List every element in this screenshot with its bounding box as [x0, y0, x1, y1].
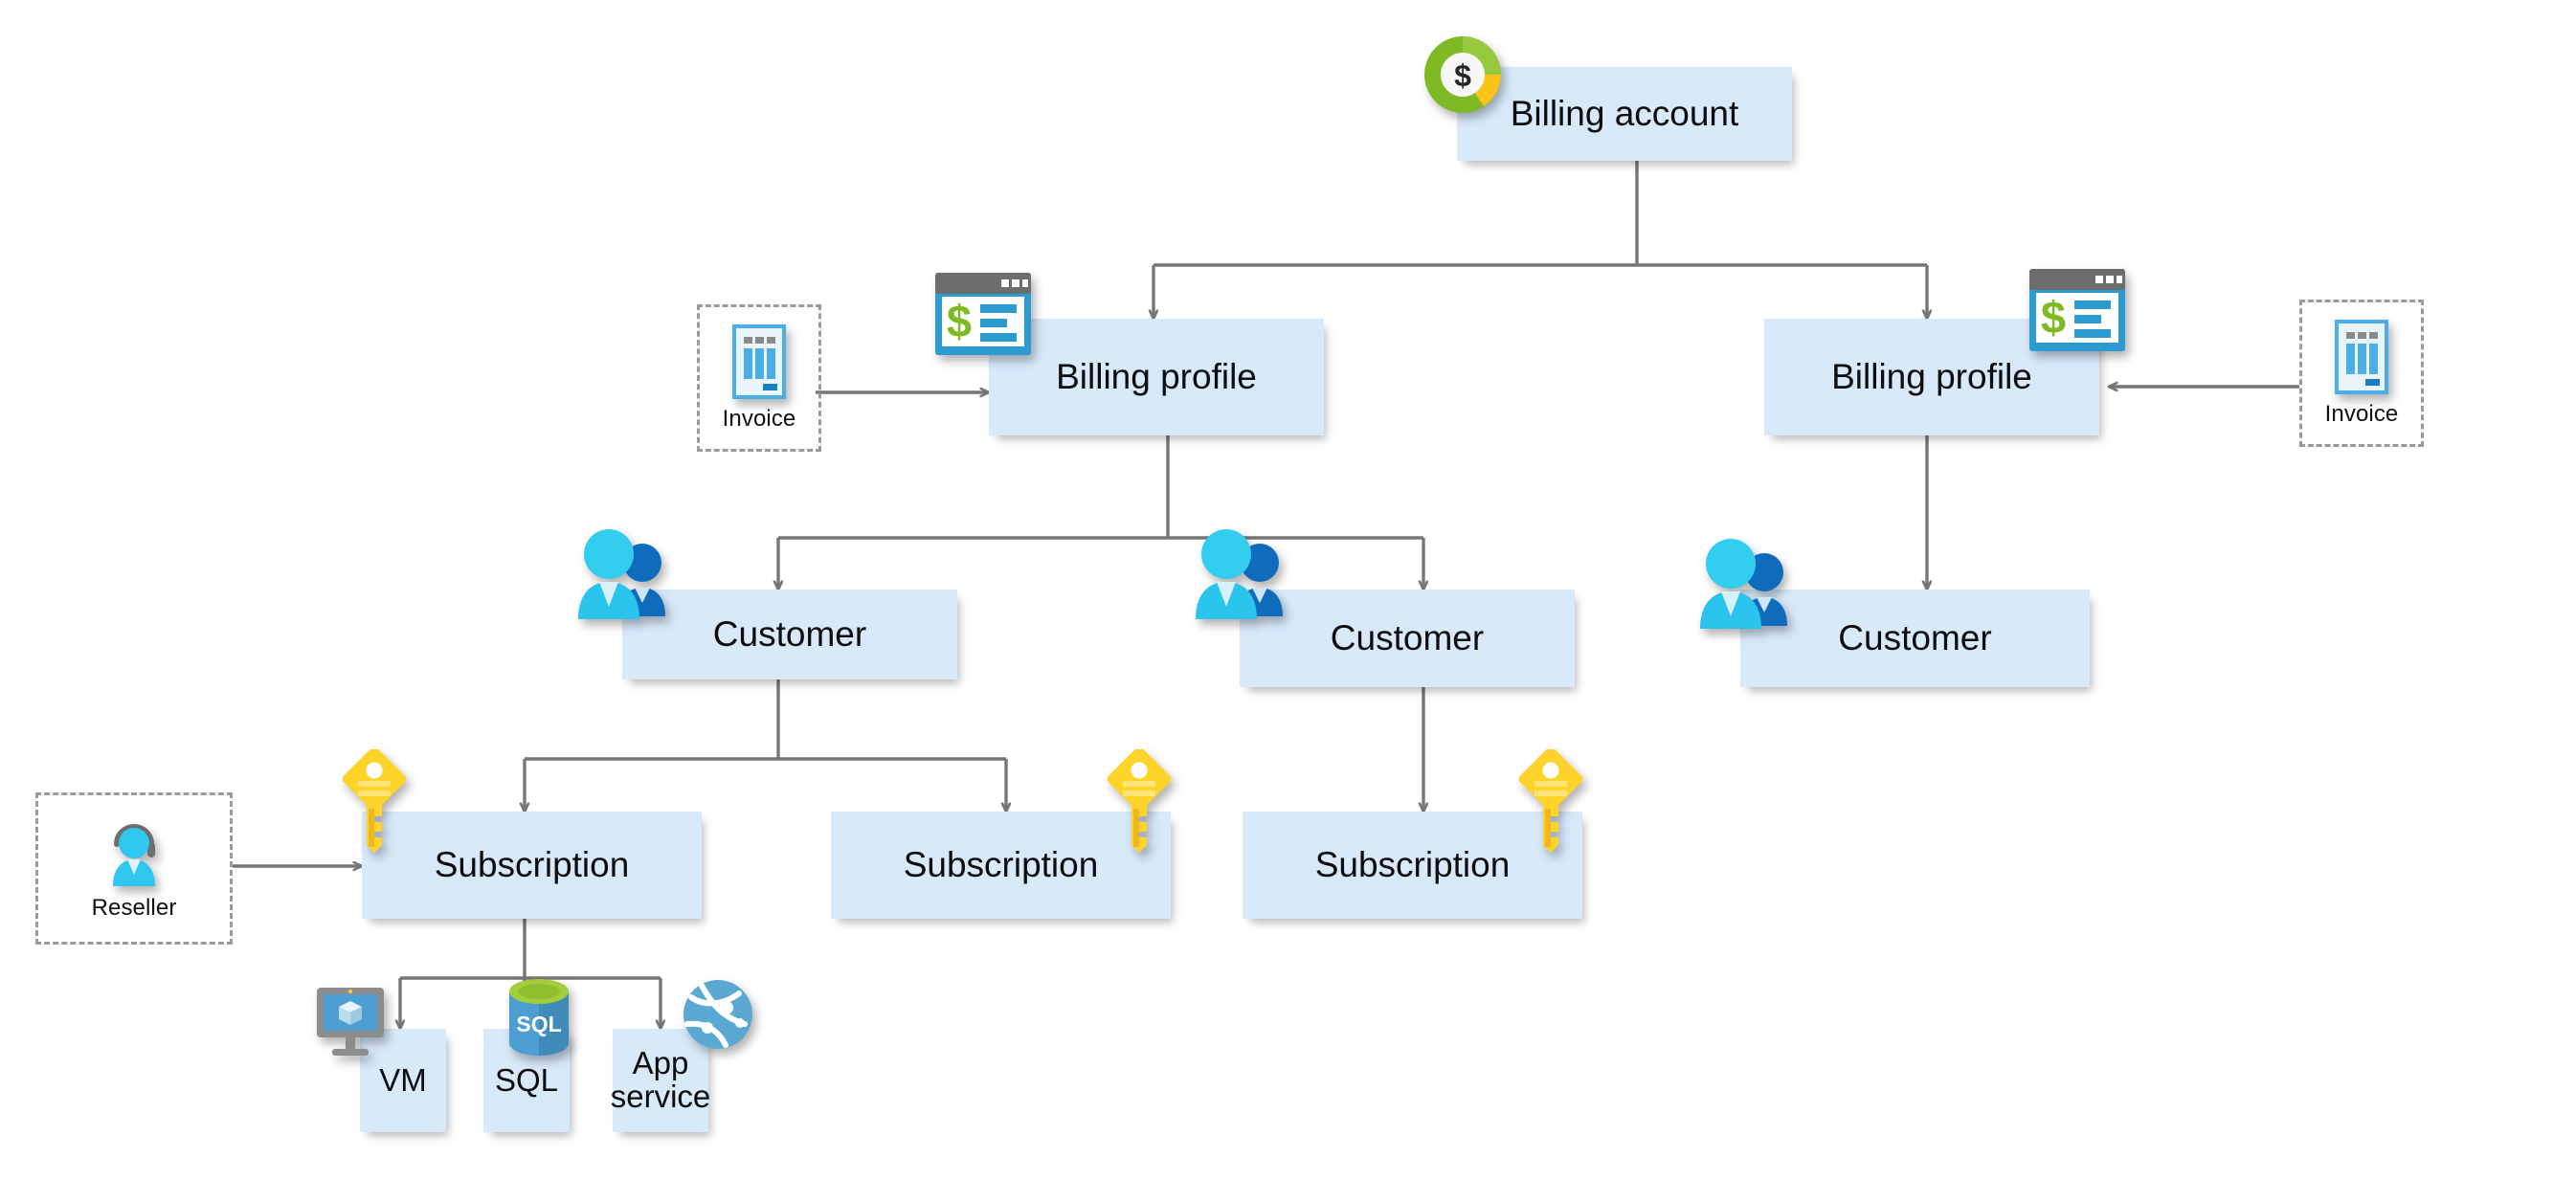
app-service-label-line1: App [632, 1045, 689, 1081]
app-service-globe-icon [682, 978, 754, 1051]
invoice-document-icon [732, 323, 786, 399]
node-customer-1-label: Customer [712, 613, 867, 654]
virtual-machine-icon [314, 986, 391, 1060]
key-icon [343, 749, 406, 855]
node-resource-vm-label: VM [379, 1061, 427, 1098]
annotation-invoice-left[interactable]: Invoice [697, 304, 821, 452]
node-subscription-1-label: Subscription [434, 844, 630, 884]
node-customer-3-label: Customer [1838, 617, 1992, 657]
invoice-document-icon [2335, 319, 2388, 394]
node-billing-profile-right-label: Billing profile [1831, 356, 2032, 396]
key-icon [1519, 749, 1582, 855]
node-subscription-3-label: Subscription [1314, 844, 1511, 884]
annotation-reseller[interactable]: Reseller [35, 792, 233, 945]
app-service-label-line2: service [610, 1079, 711, 1114]
node-subscription-1[interactable]: Subscription [362, 812, 702, 919]
svg-text:$: $ [1454, 58, 1471, 93]
node-billing-profile-left-label: Billing profile [1056, 356, 1257, 396]
node-resource-sql-label: SQL [494, 1061, 559, 1098]
node-customer-2-label: Customer [1330, 617, 1485, 657]
node-subscription-2-label: Subscription [903, 844, 1099, 884]
node-billing-account-label: Billing account [1510, 93, 1739, 133]
billing-account-donut-dollar-icon: $ [1417, 29, 1509, 121]
annotation-invoice-left-label: Invoice [722, 405, 796, 432]
diagram-canvas: Billing account Billing profile Billing … [0, 0, 2576, 1180]
customer-people-icon [1190, 528, 1290, 624]
billing-profile-invoice-window-icon: $ [2027, 266, 2128, 354]
key-icon [1108, 749, 1171, 855]
customer-people-icon [1694, 538, 1795, 634]
billing-profile-invoice-window-icon: $ [932, 270, 1034, 358]
annotation-reseller-label: Reseller [91, 895, 177, 921]
reseller-headset-person-icon [96, 815, 172, 888]
annotation-invoice-right-label: Invoice [2324, 400, 2399, 427]
node-billing-profile-left[interactable]: Billing profile [989, 319, 1324, 435]
svg-text:$: $ [2041, 292, 2066, 343]
svg-text:SQL: SQL [516, 1012, 561, 1036]
svg-text:$: $ [947, 296, 972, 346]
customer-people-icon [572, 528, 673, 624]
sql-database-icon: SQL [505, 978, 572, 1060]
annotation-invoice-right[interactable]: Invoice [2299, 300, 2424, 447]
node-resource-app-service-label: App service [605, 1047, 717, 1113]
